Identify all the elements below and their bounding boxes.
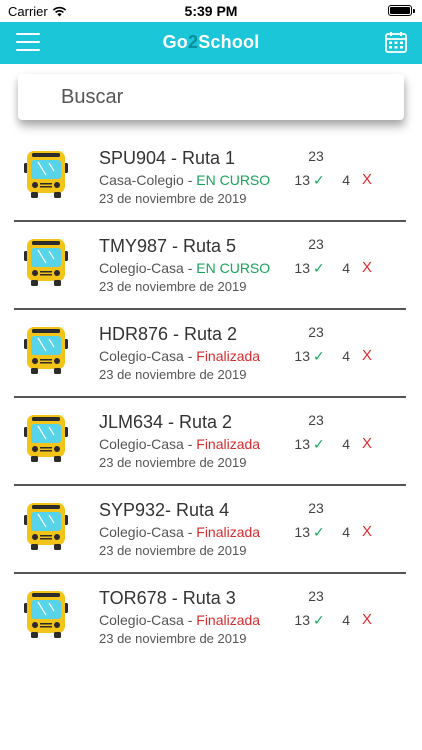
absent-count: 4 — [342, 172, 350, 188]
route-date: 23 de noviembre de 2019 — [99, 367, 247, 382]
total-count: 23 — [308, 412, 324, 428]
check-icon: ✓ — [313, 348, 325, 364]
search-box — [18, 74, 404, 120]
route-list-item[interactable]: HDR876 - Ruta 2 Colegio-Casa - Finalizad… — [0, 310, 422, 398]
clock: 5:39 PM — [184, 3, 238, 19]
navigation-bar: Go2School — [0, 22, 422, 64]
x-icon: X — [362, 347, 373, 364]
route-direction: Colegio-Casa - — [99, 612, 197, 628]
present-count: 13 — [294, 612, 310, 628]
app-title-school: School — [198, 32, 260, 52]
school-bus-icon — [24, 327, 68, 374]
absent-count: 4 — [342, 348, 350, 364]
search-input[interactable] — [18, 74, 404, 120]
route-direction: Colegio-Casa - — [99, 260, 197, 276]
route-title: HDR876 - Ruta 2 — [99, 324, 238, 344]
school-bus-icon — [24, 415, 68, 462]
route-date: 23 de noviembre de 2019 — [99, 543, 247, 558]
route-direction: Colegio-Casa - — [99, 348, 197, 364]
app-title-number: 2 — [187, 32, 199, 52]
x-icon: X — [362, 523, 373, 540]
school-bus-icon — [24, 239, 68, 286]
route-status: EN CURSO — [196, 260, 271, 276]
total-count: 23 — [308, 324, 324, 340]
route-subtitle: Colegio-Casa - Finalizada — [99, 612, 260, 628]
route-subtitle: Casa-Colegio - EN CURSO — [99, 172, 270, 188]
route-title: TOR678 - Ruta 3 — [99, 588, 236, 608]
absent-count: 4 — [342, 436, 350, 452]
route-status: Finalizada — [196, 436, 261, 452]
x-icon: X — [362, 435, 373, 452]
route-subtitle: Colegio-Casa - EN CURSO — [99, 260, 270, 276]
absent-count: 4 — [342, 260, 350, 276]
route-title: SYP932- Ruta 4 — [99, 500, 230, 520]
route-title: JLM634 - Ruta 2 — [99, 412, 233, 432]
route-list-item[interactable]: TOR678 - Ruta 3 Colegio-Casa - Finalizad… — [0, 574, 422, 662]
route-title: TMY987 - Ruta 5 — [99, 236, 237, 256]
check-icon: ✓ — [313, 436, 325, 452]
total-count: 23 — [308, 148, 324, 164]
route-direction: Colegio-Casa - — [99, 524, 197, 540]
present-count: 13 — [294, 436, 310, 452]
x-icon: X — [362, 171, 373, 188]
app-title: Go2School — [0, 32, 422, 53]
school-bus-icon — [24, 503, 68, 550]
absent-count: 4 — [342, 612, 350, 628]
x-icon: X — [362, 259, 373, 276]
total-count: 23 — [308, 588, 324, 604]
present-count: 13 — [294, 260, 310, 276]
status-bar: Carrier 5:39 PM — [0, 0, 422, 22]
route-status: EN CURSO — [196, 172, 271, 188]
route-date: 23 de noviembre de 2019 — [99, 279, 247, 294]
present-count: 13 — [294, 348, 310, 364]
route-subtitle: Colegio-Casa - Finalizada — [99, 436, 260, 452]
route-direction: Colegio-Casa - — [99, 436, 197, 452]
route-date: 23 de noviembre de 2019 — [99, 455, 247, 470]
check-icon: ✓ — [313, 260, 325, 276]
route-title: SPU904 - Ruta 1 — [99, 148, 236, 168]
route-status: Finalizada — [196, 348, 261, 364]
route-status: Finalizada — [196, 612, 261, 628]
route-subtitle: Colegio-Casa - Finalizada — [99, 524, 260, 540]
x-icon: X — [362, 611, 373, 628]
total-count: 23 — [308, 236, 324, 252]
route-list: SPU904 - Ruta 1 Casa-Colegio - EN CURSO … — [0, 134, 422, 662]
school-bus-icon — [24, 591, 68, 638]
route-date: 23 de noviembre de 2019 — [99, 191, 247, 206]
check-icon: ✓ — [313, 524, 325, 540]
absent-count: 4 — [342, 524, 350, 540]
route-subtitle: Colegio-Casa - Finalizada — [99, 348, 260, 364]
battery-icon — [388, 5, 415, 16]
route-list-item[interactable]: TMY987 - Ruta 5 Colegio-Casa - EN CURSO … — [0, 222, 422, 310]
route-list-item[interactable]: SPU904 - Ruta 1 Casa-Colegio - EN CURSO … — [0, 134, 422, 222]
school-bus-icon — [24, 151, 68, 198]
check-icon: ✓ — [313, 612, 325, 628]
check-icon: ✓ — [313, 172, 325, 188]
route-direction: Casa-Colegio - — [99, 172, 197, 188]
route-list-item[interactable]: SYP932- Ruta 4 Colegio-Casa - Finalizada… — [0, 486, 422, 574]
route-date: 23 de noviembre de 2019 — [99, 631, 247, 646]
present-count: 13 — [294, 172, 310, 188]
app-title-go: Go — [162, 32, 188, 52]
total-count: 23 — [308, 500, 324, 516]
route-list-item[interactable]: JLM634 - Ruta 2 Colegio-Casa - Finalizad… — [0, 398, 422, 486]
present-count: 13 — [294, 524, 310, 540]
calendar-icon[interactable] — [384, 30, 408, 54]
route-status: Finalizada — [196, 524, 261, 540]
